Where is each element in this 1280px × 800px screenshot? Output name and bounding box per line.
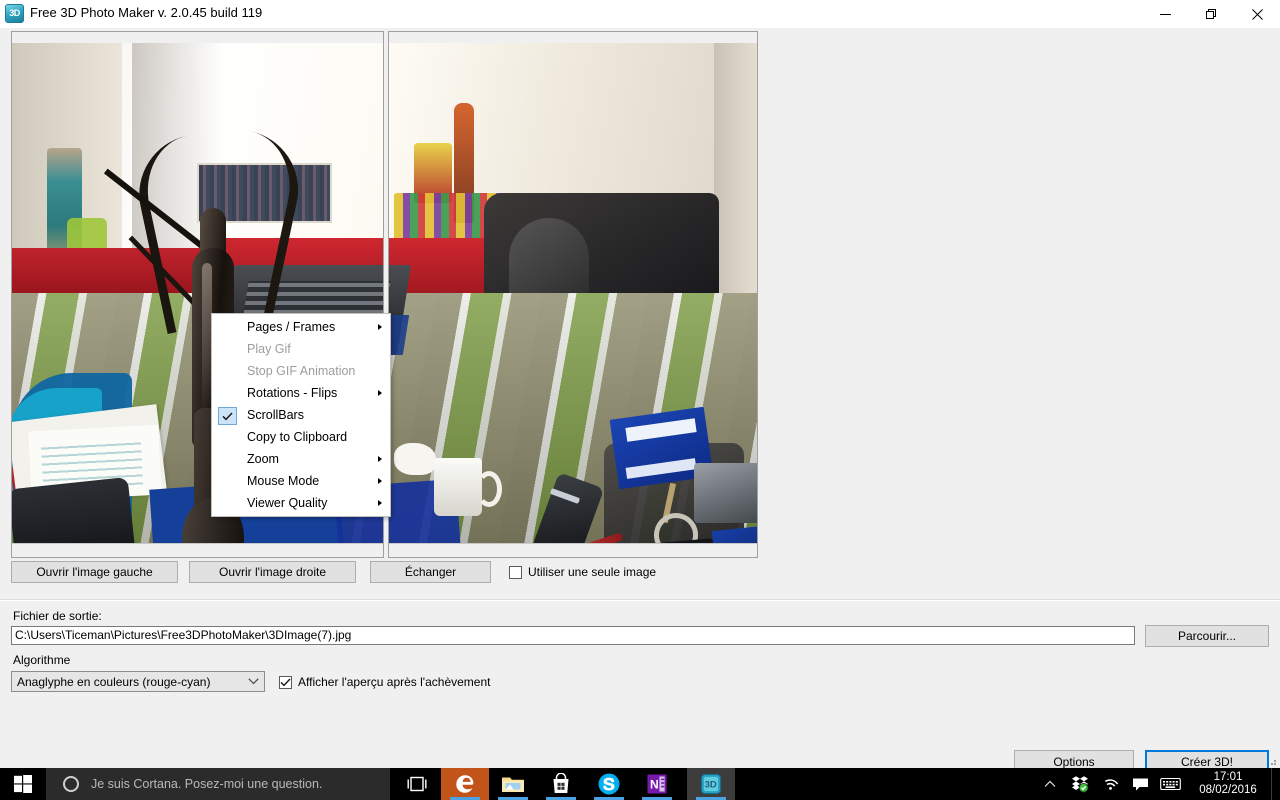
svg-text:3D: 3D bbox=[705, 780, 717, 791]
context-menu-item-mouse-mode[interactable]: Mouse Mode bbox=[212, 470, 390, 492]
app-logo-text: 3D bbox=[9, 8, 20, 18]
title-bar: 3D Free 3D Photo Maker v. 2.0.45 build 1… bbox=[0, 0, 1280, 28]
right-panel-top-strip bbox=[389, 32, 757, 43]
checkmark-icon bbox=[280, 678, 291, 686]
context-menu-item-rotations-flips[interactable]: Rotations - Flips bbox=[212, 382, 390, 404]
checkmark-icon bbox=[218, 407, 237, 425]
notification-icon bbox=[1132, 778, 1148, 791]
dropbox-tray-icon[interactable] bbox=[1065, 768, 1095, 800]
dropbox-icon bbox=[1072, 776, 1089, 793]
context-menu-label: Rotations - Flips bbox=[247, 386, 338, 400]
clock-time: 17:01 bbox=[1213, 771, 1243, 783]
algorithm-label: Algorithme bbox=[13, 653, 71, 667]
taskbar: Je suis Cortana. Posez-moi une question. bbox=[0, 768, 1280, 800]
show-preview-checkbox[interactable]: Afficher l'aperçu après l'achèvement bbox=[279, 675, 490, 689]
context-menu-label: Mouse Mode bbox=[247, 474, 320, 488]
skype-icon bbox=[598, 773, 620, 795]
open-left-image-button[interactable]: Ouvrir l'image gauche bbox=[11, 561, 178, 583]
chevron-up-icon bbox=[1044, 780, 1056, 787]
chevron-right-icon bbox=[378, 456, 382, 462]
svg-text:N: N bbox=[650, 778, 659, 792]
windows-logo-icon bbox=[14, 775, 32, 793]
context-menu-item-play-gif: Play Gif bbox=[212, 338, 390, 360]
swap-images-button[interactable]: Échanger bbox=[370, 561, 491, 583]
network-tray-icon[interactable] bbox=[1095, 768, 1125, 800]
show-preview-label: Afficher l'aperçu après l'achèvement bbox=[298, 675, 491, 689]
resize-grip[interactable] bbox=[1265, 753, 1277, 765]
left-panel-bottom-strip bbox=[12, 543, 383, 557]
context-menu-label: Viewer Quality bbox=[247, 496, 328, 510]
context-menu-label: ScrollBars bbox=[247, 408, 304, 422]
taskbar-app-onenote[interactable]: N bbox=[633, 768, 681, 800]
restore-button[interactable] bbox=[1188, 0, 1234, 28]
client-area: Pages / Frames Play Gif Stop GIF Animati… bbox=[0, 28, 1280, 773]
taskbar-app-skype[interactable] bbox=[585, 768, 633, 800]
open-right-image-button[interactable]: Ouvrir l'image droite bbox=[189, 561, 356, 583]
context-menu-item-scrollbars[interactable]: ScrollBars bbox=[212, 404, 390, 426]
system-tray: 17:01 08/02/2016 bbox=[1035, 768, 1280, 800]
window-controls bbox=[1142, 0, 1280, 28]
taskbar-app-store[interactable] bbox=[537, 768, 585, 800]
section-divider-highlight bbox=[0, 600, 1280, 601]
keyboard-icon bbox=[1159, 777, 1181, 791]
right-photo[interactable] bbox=[389, 43, 757, 546]
context-menu-label: Zoom bbox=[247, 452, 279, 466]
right-image-panel[interactable] bbox=[388, 31, 758, 558]
touch-keyboard-tray-icon[interactable] bbox=[1155, 768, 1185, 800]
context-menu-label: Copy to Clipboard bbox=[247, 430, 348, 444]
onenote-icon: N bbox=[647, 774, 667, 794]
taskbar-app-edge[interactable] bbox=[441, 768, 489, 800]
right-photo-content bbox=[389, 43, 757, 546]
cortana-icon bbox=[63, 776, 79, 792]
show-desktop-button[interactable] bbox=[1271, 768, 1280, 800]
context-menu-label: Play Gif bbox=[247, 342, 291, 356]
wifi-icon bbox=[1104, 779, 1118, 790]
action-center-tray-icon[interactable] bbox=[1125, 768, 1155, 800]
output-file-label: Fichier de sortie: bbox=[13, 609, 102, 623]
edge-icon bbox=[456, 775, 474, 793]
free-3d-photo-maker-icon: 3D bbox=[700, 773, 722, 795]
minimize-button[interactable] bbox=[1142, 0, 1188, 28]
algorithm-select[interactable]: Anaglyphe en couleurs (rouge-cyan) bbox=[11, 671, 265, 692]
clock-date: 08/02/2016 bbox=[1199, 784, 1257, 796]
task-view-button[interactable] bbox=[393, 768, 441, 800]
context-menu-item-stop-gif-animation: Stop GIF Animation bbox=[212, 360, 390, 382]
output-path-input[interactable]: C:\Users\Ticeman\Pictures\Free3DPhotoMak… bbox=[11, 626, 1135, 645]
right-panel-bottom-strip bbox=[389, 543, 757, 557]
chevron-right-icon bbox=[378, 500, 382, 506]
cortana-placeholder: Je suis Cortana. Posez-moi une question. bbox=[91, 777, 323, 791]
browse-button[interactable]: Parcourir... bbox=[1145, 625, 1269, 647]
context-menu-item-viewer-quality[interactable]: Viewer Quality bbox=[212, 492, 390, 514]
application-window: 3D Free 3D Photo Maker v. 2.0.45 build 1… bbox=[0, 0, 1280, 800]
left-panel-top-strip bbox=[12, 32, 383, 43]
single-image-checkbox[interactable]: Utiliser une seule image bbox=[509, 565, 656, 579]
start-button[interactable] bbox=[0, 768, 46, 800]
cortana-search-box[interactable]: Je suis Cortana. Posez-moi une question. bbox=[46, 768, 390, 800]
taskbar-clock[interactable]: 17:01 08/02/2016 bbox=[1185, 768, 1271, 800]
show-hidden-icons-button[interactable] bbox=[1035, 768, 1065, 800]
store-bag-icon bbox=[553, 773, 569, 793]
window-title: Free 3D Photo Maker v. 2.0.45 build 119 bbox=[30, 5, 263, 20]
checkbox-box bbox=[509, 565, 522, 579]
app-logo-icon: 3D bbox=[5, 4, 24, 23]
image-context-menu[interactable]: Pages / Frames Play Gif Stop GIF Animati… bbox=[211, 313, 391, 517]
context-menu-label: Pages / Frames bbox=[247, 320, 336, 334]
taskbar-app-free-3d-photo-maker[interactable]: 3D bbox=[687, 768, 735, 800]
taskbar-app-file-explorer[interactable] bbox=[489, 768, 537, 800]
single-image-label: Utiliser une seule image bbox=[528, 565, 657, 579]
algorithm-selected-value: Anaglyphe en couleurs (rouge-cyan) bbox=[17, 674, 211, 689]
close-button[interactable] bbox=[1234, 0, 1280, 28]
checkbox-box bbox=[279, 675, 292, 689]
context-menu-item-zoom[interactable]: Zoom bbox=[212, 448, 390, 470]
chevron-right-icon bbox=[378, 390, 382, 396]
context-menu-item-pages-frames[interactable]: Pages / Frames bbox=[212, 316, 390, 338]
folder-icon bbox=[502, 777, 524, 792]
context-menu-label: Stop GIF Animation bbox=[247, 364, 356, 378]
task-view-icon bbox=[407, 776, 427, 792]
chevron-right-icon bbox=[378, 478, 382, 484]
context-menu-item-copy-to-clipboard[interactable]: Copy to Clipboard bbox=[212, 426, 390, 448]
chevron-down-icon bbox=[242, 678, 264, 685]
chevron-right-icon bbox=[378, 324, 382, 330]
